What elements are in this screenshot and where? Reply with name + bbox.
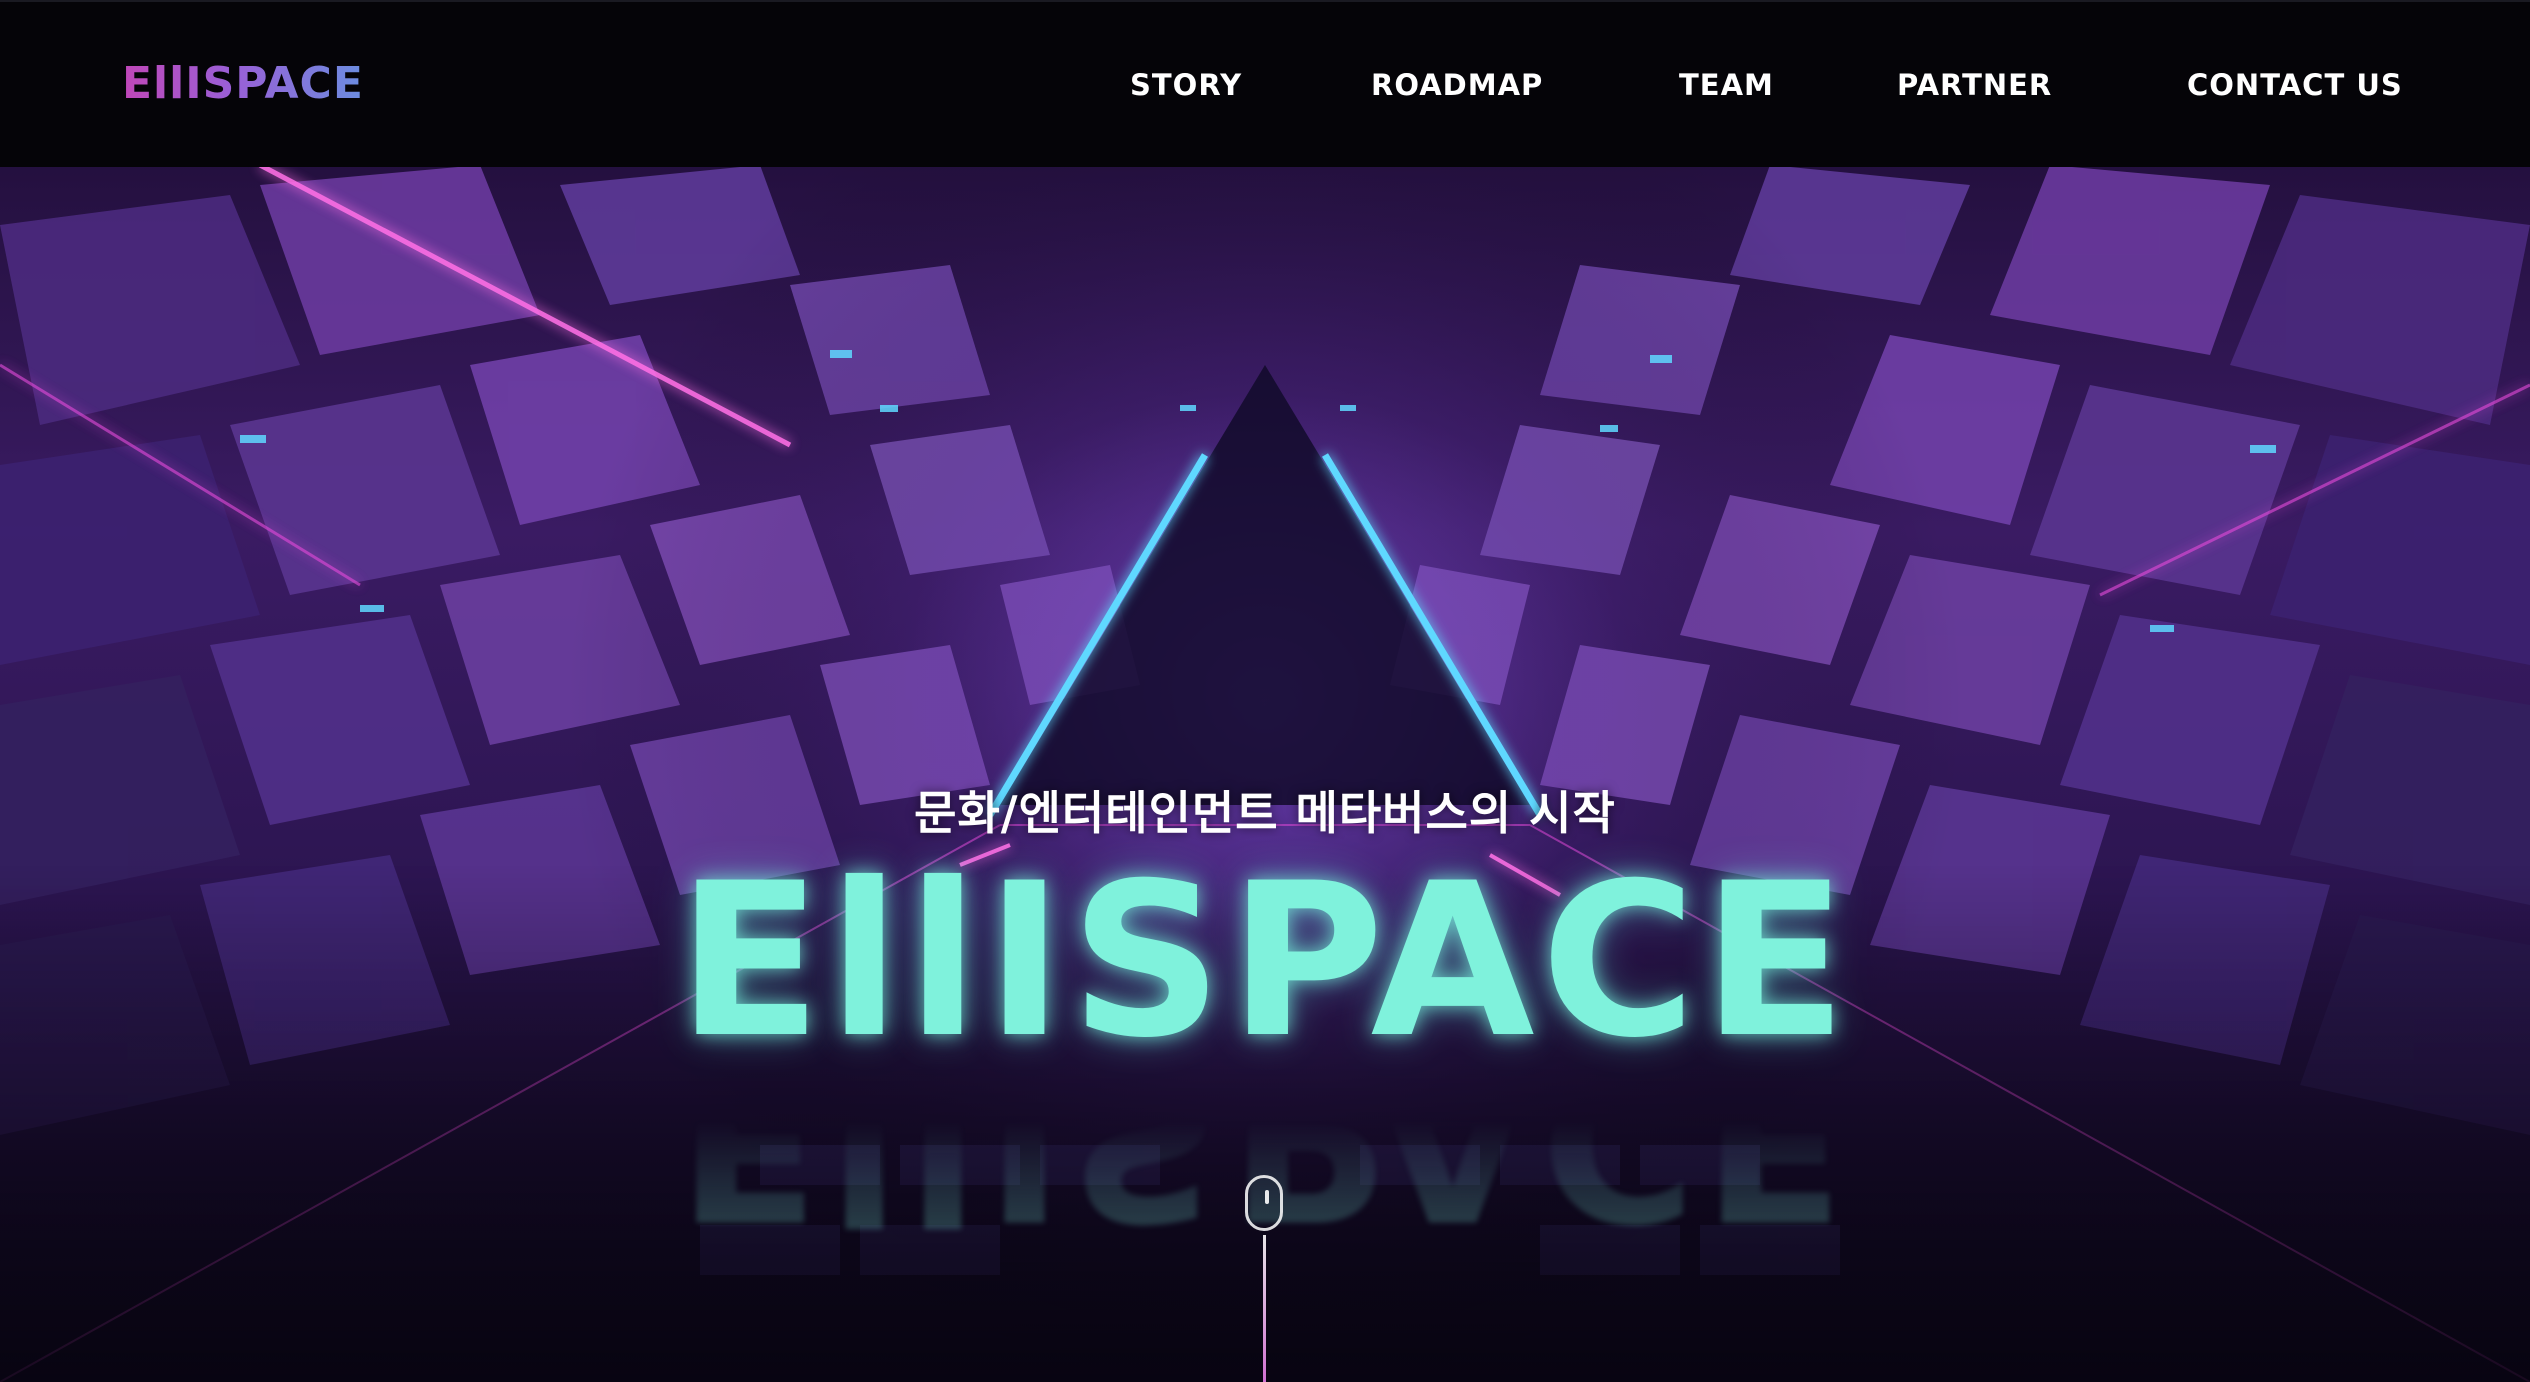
mouse-wheel: [1265, 1190, 1269, 1204]
hero-section: 문화/엔터테인먼트 메타버스의 시작 EllISPACE EllISPACE: [0, 165, 2530, 1382]
mouse-scroll-icon: [1245, 1175, 1283, 1231]
hero-tagline: 문화/엔터테인먼트 메타버스의 시작: [914, 786, 1616, 840]
page: EllISPACE STORY ROADMAP TEAM PARTNER CON…: [0, 0, 2530, 1382]
nav-story[interactable]: STORY: [1130, 68, 1242, 102]
site-logo[interactable]: EllISPACE: [122, 58, 364, 109]
scroll-line: [1263, 1235, 1266, 1382]
site-header: EllISPACE STORY ROADMAP TEAM PARTNER CON…: [0, 0, 2530, 167]
scroll-down-indicator[interactable]: [1245, 1175, 1285, 1382]
nav-roadmap[interactable]: ROADMAP: [1371, 68, 1543, 102]
nav-team[interactable]: TEAM: [1679, 68, 1774, 102]
nav-partner[interactable]: PARTNER: [1897, 68, 2052, 102]
nav-contact-us[interactable]: CONTACT US: [2187, 68, 2403, 102]
hero-title: EllISPACE: [676, 837, 1854, 1084]
